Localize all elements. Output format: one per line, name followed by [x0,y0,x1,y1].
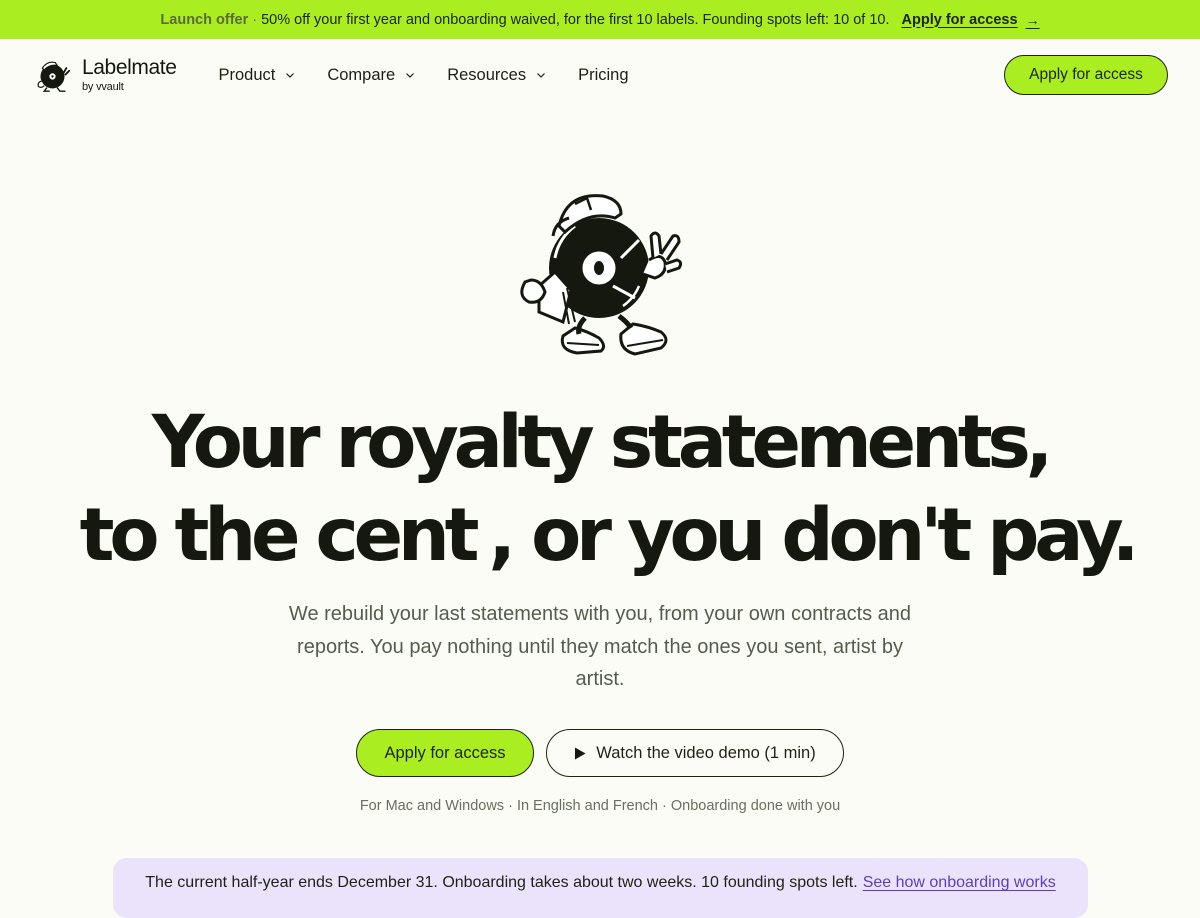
chevron-down-icon [406,73,415,78]
nav-item-label: Product [218,65,276,84]
chevron-down-icon [537,73,546,78]
hero-highlight-text: to the cent [79,493,480,578]
hero-headline-rest: , or you don't pay. [488,493,1139,578]
announcement-bar: Launch offer · 50% off your first year a… [0,0,1200,39]
nav-item-compare[interactable]: Compare [327,66,415,85]
brand-name: Labelmate [82,56,177,79]
vinyl-mascot-icon [37,61,71,92]
vinyl-record-mascot-icon [520,194,683,356]
platform-meta: For Mac and Windows · In English and Fre… [359,798,841,814]
notice-text: The current half-year ends December 31. … [145,874,858,891]
nav-item-label: Resources [447,65,527,84]
nav-item-product[interactable]: Product [218,66,295,85]
deadline-notice: The current half-year ends December 31. … [113,858,1088,918]
watch-demo-button[interactable]: Watch the video demo (1 min) [546,729,844,777]
hero-headline-line1: Your royalty statements, [151,400,1054,485]
arrow-right-icon: → [1025,11,1040,28]
brand-subtitle: by vvault [82,81,124,93]
nav-item-label: Pricing [578,65,629,84]
watch-demo-label: Watch the video demo (1 min) [596,743,816,762]
nav-item-label: Compare [327,65,396,84]
brand-logo-link[interactable]: Labelmate by vvault [34,56,177,94]
hero-subtitle: We rebuild your last statements with you… [288,603,912,690]
nav-item-resources[interactable]: Resources [447,66,546,85]
hero-headline-highlight: to the cent [66,499,489,572]
hero-apply-button[interactable]: Apply for access [356,729,534,777]
announcement-apply-link[interactable]: Apply for access → [902,12,1040,28]
announcement-apply-label: Apply for access [901,11,1018,28]
onboarding-link[interactable]: See how onboarding works [863,874,1056,892]
hero-cta-group: Apply for access Watch the video demo (1… [0,729,1200,777]
main-menu: Product Compare Resources Pricing [218,66,660,85]
announcement-separator: · [252,11,258,28]
play-icon [575,747,586,759]
announcement-offer-label: Launch offer [160,11,249,28]
top-nav: Labelmate by vvault Product Compare Reso… [0,39,1200,111]
hero-headline-line2: to the cent, or you don't pay. [0,499,1200,572]
chevron-down-icon [286,73,295,78]
nav-item-pricing[interactable]: Pricing [578,66,628,85]
nav-apply-button[interactable]: Apply for access [1004,55,1168,95]
announcement-text: 50% off your first year and onboarding w… [261,11,890,28]
